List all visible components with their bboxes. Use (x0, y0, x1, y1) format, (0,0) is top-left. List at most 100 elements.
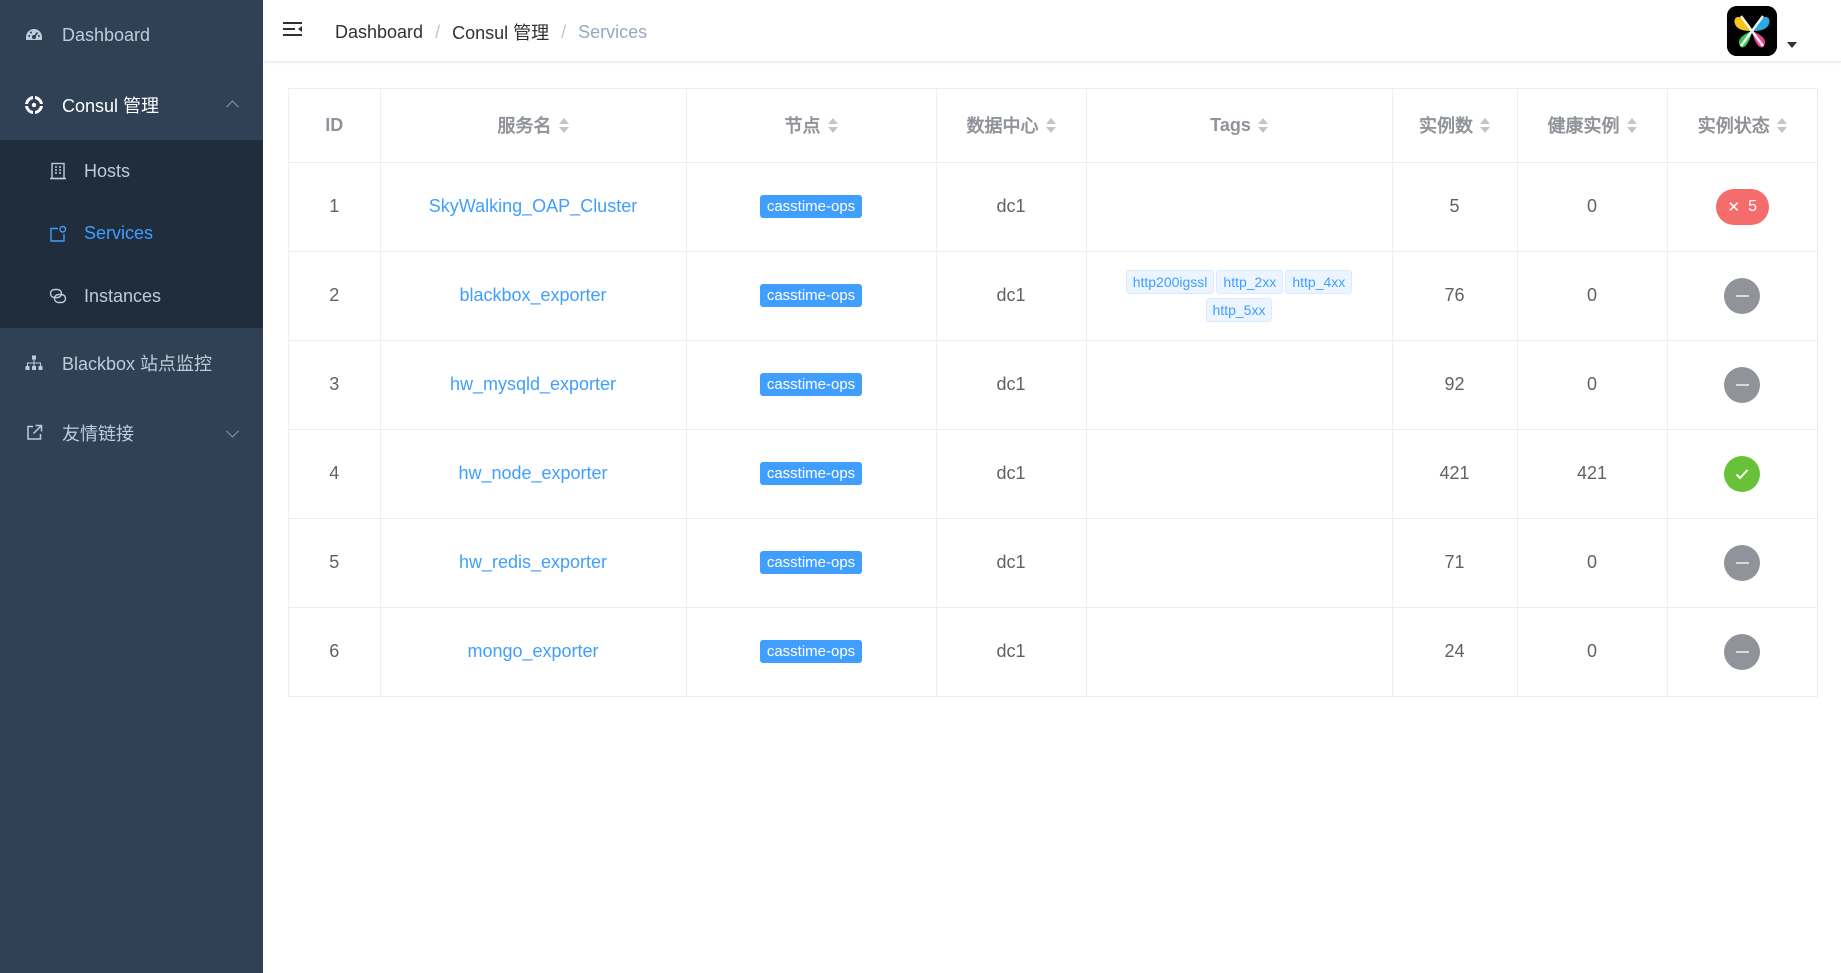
node-tag[interactable]: casstime-ops (759, 373, 863, 396)
cell-datacenter: dc1 (936, 518, 1087, 608)
avatar[interactable] (1727, 6, 1777, 56)
sidebar-item-dashboard[interactable]: Dashboard (0, 0, 263, 70)
table-row: 5 hw_redis_exporter casstime-ops dc1 71 0 (289, 518, 1817, 608)
consul-icon (24, 95, 44, 115)
cell-name: hw_node_exporter (380, 429, 687, 519)
sidebar-item-consul[interactable]: Consul 管理 (0, 70, 263, 140)
service-link[interactable]: SkyWalking_OAP_Cluster (429, 196, 637, 216)
instances-icon (48, 286, 68, 306)
column-header-healthy[interactable]: 健康实例 (1517, 89, 1668, 163)
status-error-badge[interactable]: ✕ 5 (1715, 188, 1769, 225)
service-icon (48, 224, 68, 244)
cell-id: 2 (289, 251, 381, 341)
tag-chip[interactable]: http200igssl (1125, 269, 1215, 294)
cell-instances: 76 (1392, 251, 1518, 341)
tag-chip[interactable]: http_2xx (1216, 269, 1284, 294)
cell-healthy: 0 (1517, 607, 1668, 697)
sort-icon[interactable] (1045, 117, 1056, 133)
node-tag[interactable]: casstime-ops (759, 640, 863, 663)
cell-id: 6 (289, 607, 381, 697)
sidebar-item-blackbox[interactable]: Blackbox 站点监控 (0, 328, 263, 398)
cell-node: casstime-ops (686, 518, 937, 608)
status-none-badge[interactable] (1724, 366, 1761, 403)
breadcrumb-separator: / (435, 21, 441, 42)
cell-node: casstime-ops (686, 340, 937, 430)
sort-icon[interactable] (827, 117, 838, 133)
cell-datacenter: dc1 (936, 162, 1087, 252)
sort-icon[interactable] (558, 117, 569, 133)
cell-tags (1086, 607, 1393, 697)
column-header-node[interactable]: 节点 (686, 89, 937, 163)
cell-node: casstime-ops (686, 162, 937, 252)
sidebar-item-label: Dashboard (62, 24, 151, 45)
cell-instances: 5 (1392, 162, 1518, 252)
cell-tags (1086, 340, 1393, 430)
cell-status (1667, 251, 1817, 341)
cell-healthy: 0 (1517, 251, 1668, 341)
cell-id: 4 (289, 429, 381, 519)
cell-status: ✕ 5 (1667, 162, 1817, 252)
cell-datacenter: dc1 (936, 429, 1087, 519)
cell-instances: 92 (1392, 340, 1518, 430)
sidebar-item-label: 友情链接 (62, 423, 134, 444)
sort-icon[interactable] (1626, 117, 1637, 133)
service-link[interactable]: blackbox_exporter (459, 285, 606, 305)
sort-icon[interactable] (1480, 117, 1490, 133)
cell-instances: 71 (1392, 518, 1518, 608)
cell-node: casstime-ops (686, 429, 937, 519)
table-row: 4 hw_node_exporter casstime-ops dc1 421 421 (289, 429, 1817, 519)
dashboard-icon (24, 25, 44, 45)
cell-tags: http200igssl http_2xx http_4xx http_5xx (1086, 251, 1393, 341)
column-header-name[interactable]: 服务名 (380, 89, 687, 163)
service-link[interactable]: hw_node_exporter (458, 463, 607, 483)
butterfly-logo-icon (1727, 6, 1777, 56)
cell-node: casstime-ops (686, 251, 937, 341)
node-tag[interactable]: casstime-ops (759, 284, 863, 307)
sidebar-item-links[interactable]: 友情链接 (0, 398, 263, 468)
status-none-badge[interactable] (1724, 544, 1761, 581)
column-header-id: ID (289, 89, 381, 163)
building-icon (48, 161, 68, 181)
table-row: 6 mongo_exporter casstime-ops dc1 24 0 (289, 607, 1817, 697)
cell-status (1667, 607, 1817, 697)
status-none-badge[interactable] (1724, 277, 1761, 314)
sort-icon[interactable] (1257, 117, 1268, 133)
column-header-tags[interactable]: Tags (1086, 89, 1393, 163)
hamburger-icon[interactable] (282, 19, 306, 41)
breadcrumb-dashboard[interactable]: Dashboard (335, 22, 423, 43)
cell-name: SkyWalking_OAP_Cluster (380, 162, 687, 252)
breadcrumb-consul[interactable]: Consul 管理 (452, 19, 549, 45)
node-tag[interactable]: casstime-ops (759, 551, 863, 574)
breadcrumb-separator: / (561, 21, 567, 42)
status-none-badge[interactable] (1724, 633, 1761, 670)
caret-down-icon[interactable] (1787, 42, 1797, 48)
sidebar-item-label: Consul 管理 (62, 96, 160, 116)
tag-chip[interactable]: http_5xx (1205, 297, 1273, 322)
cell-healthy: 0 (1517, 162, 1668, 252)
cell-name: hw_mysqld_exporter (380, 340, 687, 430)
minus-icon (1735, 383, 1749, 386)
column-header-datacenter[interactable]: 数据中心 (936, 89, 1087, 163)
node-tag[interactable]: casstime-ops (759, 195, 863, 218)
service-link[interactable]: hw_redis_exporter (459, 552, 607, 572)
service-link[interactable]: mongo_exporter (467, 641, 598, 661)
sidebar-item-instances[interactable]: Instances (0, 265, 263, 328)
breadcrumb-services: Services (578, 21, 648, 42)
table-row: 2 blackbox_exporter casstime-ops dc1 http200… (289, 251, 1817, 341)
column-header-instances[interactable]: 实例数 (1392, 89, 1518, 163)
node-tag[interactable]: casstime-ops (759, 462, 863, 485)
check-icon (1736, 468, 1749, 479)
service-link[interactable]: hw_mysqld_exporter (450, 374, 616, 394)
status-ok-badge[interactable] (1724, 455, 1761, 492)
status-count: 5 (1748, 197, 1757, 215)
sidebar-item-services[interactable]: Services (0, 203, 263, 266)
sort-icon[interactable] (1776, 117, 1787, 133)
cell-tags (1086, 162, 1393, 252)
cell-instances: 421 (1392, 429, 1518, 519)
column-header-status[interactable]: 实例状态 (1667, 89, 1817, 163)
tag-chip[interactable]: http_4xx (1285, 269, 1353, 294)
cell-id: 3 (289, 340, 381, 430)
consul-submenu: Hosts Services Instances (0, 140, 263, 328)
sidebar-item-hosts[interactable]: Hosts (0, 140, 263, 203)
sidebar-item-label: Blackbox 站点监控 (62, 353, 213, 374)
